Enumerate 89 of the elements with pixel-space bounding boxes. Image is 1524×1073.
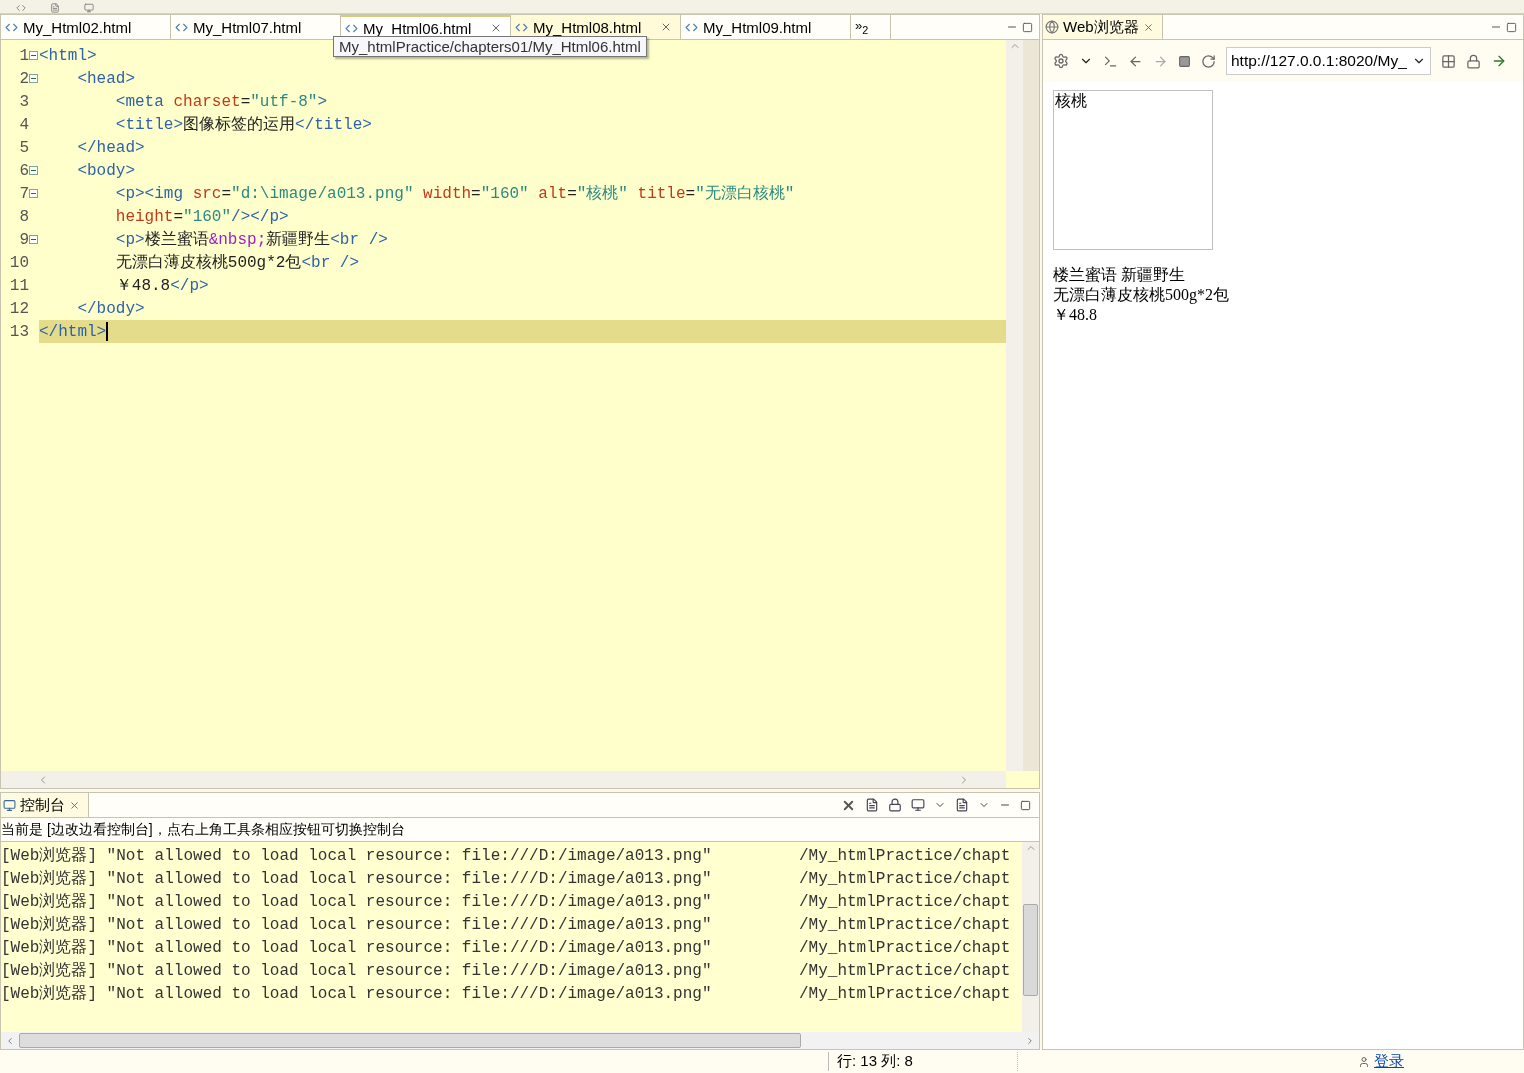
code-line: <p>楼兰蜜语&nbsp;新疆野生<br /> bbox=[114, 229, 388, 251]
maximize-icon[interactable] bbox=[1506, 21, 1517, 33]
log-source: /My_htmlPractice/chapt bbox=[799, 915, 1011, 934]
line-number: 5 bbox=[18, 138, 29, 157]
console-info: 当前是 [边改边看控制台]，点右上角工具条相应按钮可切换控制台 bbox=[1, 818, 1039, 842]
user-icon bbox=[1358, 1055, 1370, 1068]
close-icon[interactable] bbox=[660, 21, 672, 33]
code-line: <body> bbox=[76, 160, 135, 182]
maximize-icon[interactable] bbox=[1022, 21, 1033, 33]
fold-icon[interactable] bbox=[29, 189, 38, 198]
broken-image: 核桃 bbox=[1053, 90, 1213, 250]
line-number: 13 bbox=[8, 322, 29, 341]
horizontal-scrollbar[interactable] bbox=[1, 1032, 1039, 1049]
line-number: 8 bbox=[18, 207, 29, 226]
stop-icon[interactable] bbox=[1178, 54, 1191, 68]
log-message: [Web浏览器] "Not allowed to load local resource: file:///D:/image/a013.png" bbox=[1, 846, 713, 866]
back-icon[interactable] bbox=[1128, 53, 1143, 69]
tooltip: My_htmlPractice/chapters01/My_Html06.html bbox=[333, 36, 647, 57]
scroll-thumb[interactable] bbox=[1023, 904, 1038, 996]
code-line: <head> bbox=[76, 68, 135, 90]
login-link[interactable]: 登录 bbox=[1358, 1052, 1404, 1071]
lock-icon[interactable] bbox=[1466, 53, 1481, 69]
qr-code-icon[interactable] bbox=[1441, 53, 1456, 69]
code-line: ￥48.8</p> bbox=[114, 275, 209, 297]
line-number: 9 bbox=[18, 230, 29, 249]
scroll-thumb[interactable] bbox=[19, 1033, 801, 1048]
new-console-icon[interactable] bbox=[955, 798, 969, 812]
maximize-icon[interactable] bbox=[1020, 799, 1031, 811]
log-message: [Web浏览器] "Not allowed to load local resource: file:///D:/image/a013.png" bbox=[1, 938, 713, 958]
scroll-left-icon[interactable] bbox=[5, 1035, 15, 1046]
log-message: [Web浏览器] "Not allowed to load local resource: file:///D:/image/a013.png" bbox=[1, 961, 713, 981]
line-number: 6 bbox=[18, 161, 29, 180]
line-number: 10 bbox=[8, 253, 29, 272]
log-message: [Web浏览器] "Not allowed to load local resource: file:///D:/image/a013.png" bbox=[1, 892, 713, 912]
log-message: [Web浏览器] "Not allowed to load local resource: file:///D:/image/a013.png" bbox=[1, 984, 713, 1004]
code-line: 无漂白薄皮核桃500g*2包<br /> bbox=[114, 252, 360, 274]
lock-icon[interactable] bbox=[888, 798, 902, 812]
monitor-icon[interactable] bbox=[911, 798, 925, 812]
code-line: </body> bbox=[76, 298, 145, 320]
scroll-right-icon[interactable] bbox=[1025, 1035, 1035, 1046]
go-icon[interactable] bbox=[1491, 53, 1507, 69]
fold-icon[interactable] bbox=[29, 235, 38, 244]
log-source: /My_htmlPractice/chapt bbox=[799, 984, 1011, 1003]
line-number: 3 bbox=[18, 92, 29, 111]
log-source: /My_htmlPractice/chapt bbox=[799, 938, 1011, 957]
code-line: <title>图像标签的运用</title> bbox=[114, 114, 372, 136]
settings-icon[interactable] bbox=[1053, 53, 1069, 69]
browser-tab[interactable]: Web浏览器 bbox=[1043, 15, 1163, 39]
log-source: /My_htmlPractice/chapt bbox=[799, 869, 1011, 888]
vertical-scrollbar[interactable] bbox=[1006, 40, 1023, 771]
product-text: 楼兰蜜语 新疆野生 bbox=[1053, 265, 1186, 285]
line-number: 1 bbox=[18, 46, 29, 65]
product-text: 无漂白薄皮核桃500g*2包 bbox=[1053, 285, 1230, 305]
close-icon[interactable] bbox=[69, 799, 80, 811]
code-line: <p><img src="d:\image/a013.png" width="160" alt="核桃" title="无漂白核桃" bbox=[114, 183, 795, 205]
log-message: [Web浏览器] "Not allowed to load local resource: file:///D:/image/a013.png" bbox=[1, 915, 713, 935]
close-icon[interactable] bbox=[1142, 21, 1154, 33]
refresh-icon[interactable] bbox=[1201, 53, 1216, 69]
globe-icon bbox=[1045, 20, 1059, 34]
log-source: /My_htmlPractice/chapt bbox=[799, 961, 1011, 980]
log-source: /My_htmlPractice/chapt bbox=[799, 892, 1011, 911]
document-icon[interactable] bbox=[865, 798, 879, 812]
line-number: 12 bbox=[8, 299, 29, 318]
url-field[interactable]: http://127.0.0.1:8020/My_ bbox=[1226, 47, 1431, 75]
code-line: <meta charset="utf-8"> bbox=[114, 91, 328, 113]
log-source: /My_htmlPractice/chapt bbox=[799, 846, 1011, 865]
code-line: <html> bbox=[39, 45, 97, 67]
fold-icon[interactable] bbox=[29, 166, 38, 175]
line-number: 7 bbox=[18, 184, 29, 203]
close-icon[interactable] bbox=[490, 22, 502, 34]
line-number: 4 bbox=[18, 115, 29, 134]
console-tab[interactable]: 控制台 bbox=[1, 793, 89, 817]
line-number: 2 bbox=[18, 69, 29, 88]
product-text: ￥48.8 bbox=[1053, 305, 1098, 325]
toolbar-icon[interactable] bbox=[50, 3, 60, 13]
cursor-position: 行: 13 列: 8 bbox=[828, 1052, 1018, 1071]
code-line: height="160"/></p> bbox=[114, 206, 289, 228]
editor-tab[interactable]: My_Html08.html bbox=[511, 15, 681, 39]
monitor-icon bbox=[3, 798, 16, 812]
terminal-icon[interactable] bbox=[1103, 53, 1118, 69]
fold-icon[interactable] bbox=[29, 74, 38, 83]
fold-icon[interactable] bbox=[29, 51, 38, 60]
editor-tab[interactable]: My_Html06.html bbox=[341, 15, 511, 39]
vertical-scrollbar[interactable] bbox=[1022, 842, 1039, 1032]
toolbar-icon[interactable] bbox=[16, 3, 26, 13]
toolbar-icon[interactable] bbox=[84, 3, 94, 13]
line-number: 11 bbox=[8, 276, 29, 295]
code-line: </head> bbox=[76, 137, 145, 159]
log-message: [Web浏览器] "Not allowed to load local resource: file:///D:/image/a013.png" bbox=[1, 869, 713, 889]
